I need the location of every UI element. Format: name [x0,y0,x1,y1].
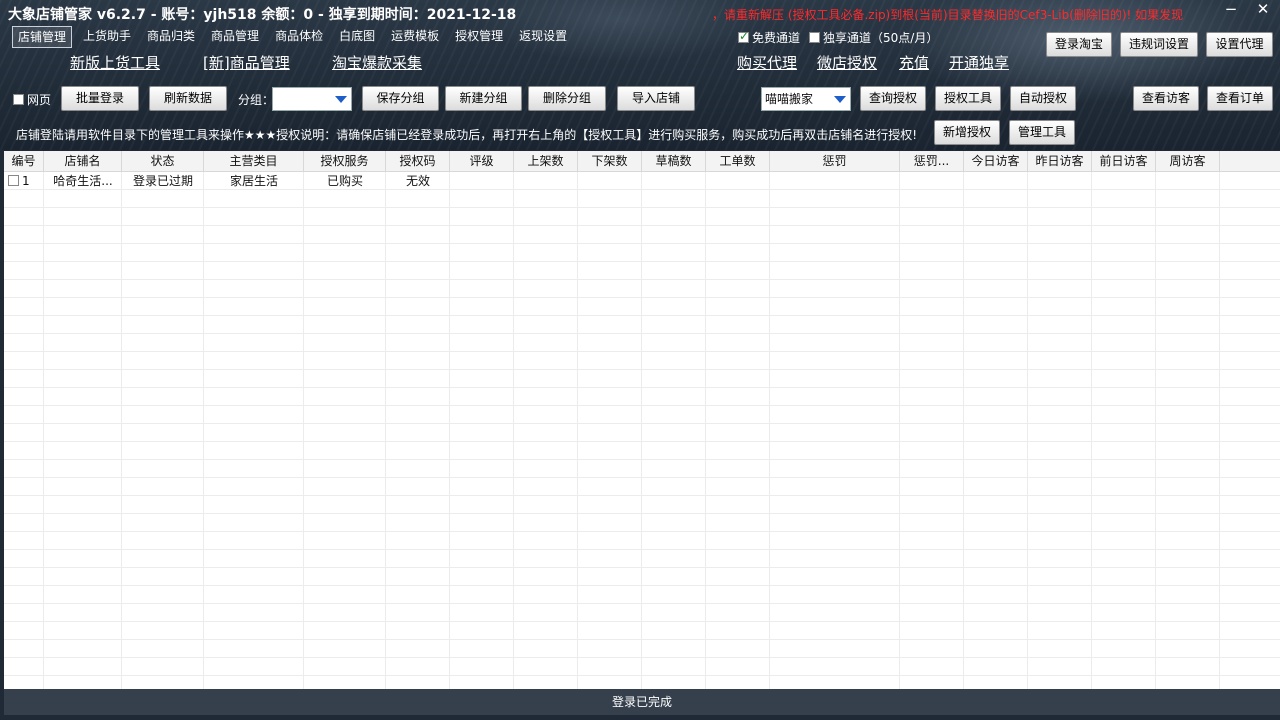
link-new-product-manage[interactable]: [新]商品管理 [203,52,290,73]
column-header[interactable]: 周访客 [1156,151,1220,171]
checkbox-icon [13,94,24,105]
dropdown-arrow-icon [834,96,846,103]
banned-words-button[interactable]: 违规词设置 [1120,32,1198,57]
menu-product-manage[interactable]: 商品管理 [206,26,264,46]
platform-select[interactable]: 喵喵搬家 [761,87,851,111]
menu-white-bg[interactable]: 白底图 [334,26,380,46]
dropdown-arrow-icon [335,96,347,103]
menu-product-category[interactable]: 商品归类 [142,26,200,46]
column-header[interactable]: 昨日访客 [1028,151,1092,171]
link-open-exclusive[interactable]: 开通独享 [949,52,1009,73]
checkbox-icon [809,32,820,43]
menu-cashback[interactable]: 返现设置 [514,26,572,46]
header-banner: 大象店铺管家 v6.2.7 - 账号：yjh518 余额：0 - 独享到期时间：… [0,0,1280,150]
status-bar: 登录已完成 [4,689,1280,715]
delete-group-button[interactable]: 删除分组 [528,86,606,111]
column-header[interactable]: 惩罚... [900,151,964,171]
webpage-label: 网页 [27,93,52,107]
link-buy-proxy[interactable]: 购买代理 [737,52,797,73]
column-header[interactable]: 惩罚 [770,151,900,171]
menu-product-check[interactable]: 商品体检 [270,26,328,46]
group-label: 分组： [238,93,275,107]
view-visitors-button[interactable]: 查看访客 [1133,86,1199,111]
column-header[interactable]: 上架数 [514,151,578,171]
set-proxy-button[interactable]: 设置代理 [1206,32,1273,57]
save-group-button[interactable]: 保存分组 [362,86,439,111]
query-auth-button[interactable]: 查询授权 [860,86,926,111]
column-header[interactable]: 授权码 [386,151,450,171]
shop-name-cell[interactable]: 哈奇生活... [44,172,122,190]
exclusive-channel-checkbox[interactable]: 独享通道（50点/月） [809,29,938,46]
column-header[interactable]: 店铺名 [44,151,122,171]
row-checkbox[interactable] [8,175,19,186]
manage-tool-button[interactable]: 管理工具 [1009,120,1075,145]
group-select[interactable] [272,87,352,111]
new-group-button[interactable]: 新建分组 [445,86,522,111]
view-orders-button[interactable]: 查看订单 [1207,86,1273,111]
refresh-data-button[interactable]: 刷新数据 [149,86,227,111]
auto-auth-button[interactable]: 自动授权 [1010,86,1076,111]
column-header[interactable]: 今日访客 [964,151,1028,171]
minimize-icon[interactable]: − [1219,0,1243,20]
notice-marquee: ，请重新解压 (授权工具必备.zip)到根(当前)目录替换旧的Cef3-Lib(… [712,8,1184,22]
table-row[interactable]: 1 哈奇生活... 登录已过期 家居生活 已购买 无效 [4,172,450,190]
menu-listing-helper[interactable]: 上货助手 [78,26,136,46]
row-id-cell: 1 [4,172,44,190]
column-header[interactable]: 前日访客 [1092,151,1156,171]
webpage-checkbox[interactable]: 网页 [13,91,51,108]
menu-freight-template[interactable]: 运费模板 [386,26,444,46]
status-cell: 登录已过期 [132,174,193,188]
column-header[interactable]: 评级 [450,151,514,171]
link-recharge[interactable]: 充值 [899,52,929,73]
column-header[interactable]: 授权服务 [304,151,386,171]
menu-shop-manage[interactable]: 店铺管理 [12,26,73,48]
auth-service-cell: 已购买 [326,174,363,188]
new-auth-button[interactable]: 新增授权 [934,120,1000,145]
free-channel-label: 免费通道 [752,31,801,45]
window-title: 大象店铺管家 v6.2.7 - 账号：yjh518 余额：0 - 独享到期时间：… [8,7,517,23]
row-id: 1 [22,174,30,188]
auth-notice: 店铺登陆请用软件目录下的管理工具来操作★★★授权说明：请确保店铺已经登录成功后，… [16,128,918,142]
link-weidian-auth[interactable]: 微店授权 [817,52,877,73]
free-channel-checkbox[interactable]: 免费通道 [738,29,800,46]
batch-login-button[interactable]: 批量登录 [61,86,139,111]
close-icon[interactable]: ✕ [1251,0,1275,20]
auth-code-cell: 无效 [405,174,430,188]
menu-auth-manage[interactable]: 授权管理 [450,26,508,46]
column-header[interactable]: 主营类目 [204,151,304,171]
table-header: 编号 店铺名 状态 主营类目 授权服务 授权码 评级 上架数 下架数 草稿数 工… [4,151,1280,172]
column-header[interactable]: 草稿数 [642,151,706,171]
link-taobao-hot-collect[interactable]: 淘宝爆款采集 [332,52,422,73]
login-taobao-button[interactable]: 登录淘宝 [1046,32,1112,57]
link-new-listing-tool[interactable]: 新版上货工具 [70,52,160,73]
main-menu: 店铺管理 上货助手 商品归类 商品管理 商品体检 白底图 运费模板 授权管理 返… [12,26,578,48]
column-header[interactable]: 编号 [4,151,44,171]
exclusive-channel-label: 独享通道（50点/月） [823,31,939,45]
category-cell: 家居生活 [229,174,278,188]
checkbox-checked-icon [738,29,749,43]
import-shop-button[interactable]: 导入店铺 [617,86,695,111]
table-body: 1 哈奇生活... 登录已过期 家居生活 已购买 无效 [4,172,1280,689]
column-header[interactable]: 状态 [122,151,204,171]
auth-tool-button[interactable]: 授权工具 [935,86,1001,111]
shop-table: 编号 店铺名 状态 主营类目 授权服务 授权码 评级 上架数 下架数 草稿数 工… [4,151,1280,689]
platform-select-value: 喵喵搬家 [765,92,814,106]
column-header[interactable]: 下架数 [578,151,642,171]
column-header[interactable]: 工单数 [706,151,770,171]
